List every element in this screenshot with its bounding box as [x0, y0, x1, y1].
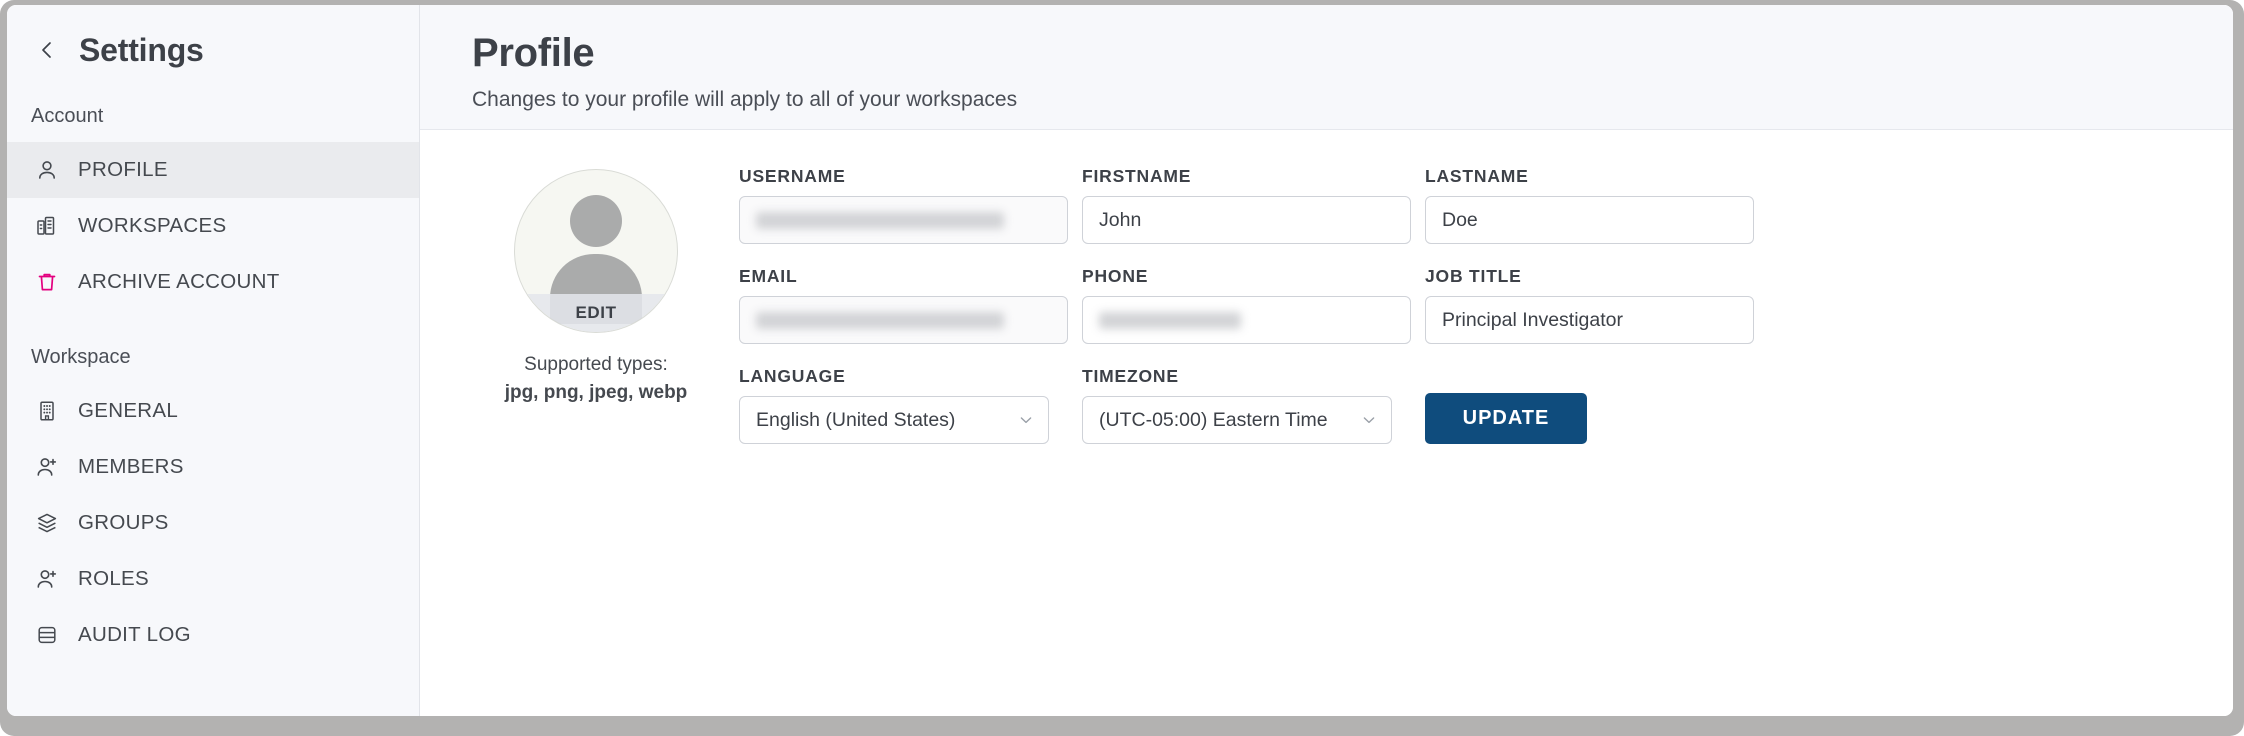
sidebar-header: Settings	[7, 5, 419, 95]
settings-sidebar: Settings Account PROFILE WORKSPACES ARCH…	[7, 5, 420, 716]
redacted-value	[756, 211, 1004, 229]
database-icon	[34, 622, 60, 648]
profile-form-grid: USERNAME FIRSTNAME John LASTNAME Doe EMA…	[720, 166, 2233, 466]
page-subtitle: Changes to your profile will apply to al…	[472, 88, 1018, 111]
phone-label: PHONE	[1082, 266, 1149, 286]
language-select[interactable]: English (United States)	[739, 396, 1049, 444]
chevron-down-icon	[1361, 412, 1377, 428]
buildings-icon	[34, 213, 60, 239]
main-content: Profile Changes to your profile will app…	[420, 5, 2233, 716]
sidebar-item-audit-log[interactable]: AUDIT LOG	[7, 607, 419, 663]
update-button[interactable]: UPDATE	[1425, 393, 1587, 444]
language-label: LANGUAGE	[739, 366, 846, 386]
field-email: EMAIL	[739, 266, 1068, 344]
sidebar-item-label: ARCHIVE ACCOUNT	[78, 270, 280, 293]
layers-icon	[34, 510, 60, 536]
email-label: EMAIL	[739, 266, 798, 286]
sidebar-item-roles[interactable]: ROLES	[7, 551, 419, 607]
sidebar-item-general[interactable]: GENERAL	[7, 383, 419, 439]
supported-types-value: jpg, png, jpeg, webp	[504, 381, 688, 403]
timezone-label: TIMEZONE	[1082, 366, 1179, 386]
lastname-label: LASTNAME	[1425, 166, 1529, 186]
trash-icon	[34, 269, 60, 295]
avatar-edit-button[interactable]: EDIT	[515, 294, 677, 332]
sidebar-item-label: MEMBERS	[78, 455, 184, 478]
avatar-block: EDIT Supported types: jpg, png, jpeg, we…	[472, 166, 720, 466]
field-username: USERNAME	[739, 166, 1068, 244]
chevron-left-icon[interactable]	[37, 40, 57, 60]
field-firstname: FIRSTNAME John	[1082, 166, 1411, 244]
username-label: USERNAME	[739, 166, 846, 186]
field-language: LANGUAGE English (United States)	[739, 366, 1068, 444]
user-icon	[34, 157, 60, 183]
supported-types: Supported types: jpg, png, jpeg, webp	[505, 351, 688, 406]
user-plus-icon	[34, 566, 60, 592]
window-frame: Settings Account PROFILE WORKSPACES ARCH…	[0, 0, 2244, 736]
user-plus-icon	[34, 454, 60, 480]
jobtitle-label: JOB TITLE	[1425, 266, 1522, 286]
timezone-select[interactable]: (UTC-05:00) Eastern Time	[1082, 396, 1392, 444]
field-lastname: LASTNAME Doe	[1425, 166, 1754, 244]
supported-types-label: Supported types:	[524, 354, 668, 375]
sidebar-item-label: ROLES	[78, 567, 149, 590]
username-input[interactable]	[739, 196, 1068, 244]
field-timezone: TIMEZONE (UTC-05:00) Eastern Time	[1082, 366, 1411, 444]
field-jobtitle: JOB TITLE Principal Investigator	[1425, 266, 1754, 344]
avatar-head-shape	[570, 195, 622, 247]
phone-input[interactable]	[1082, 296, 1411, 344]
email-input[interactable]	[739, 296, 1068, 344]
sidebar-item-archive-account[interactable]: ARCHIVE ACCOUNT	[7, 254, 419, 310]
sidebar-item-label: GROUPS	[78, 511, 169, 534]
sidebar-item-label: PROFILE	[78, 158, 168, 181]
page-title: Profile	[472, 31, 595, 75]
avatar[interactable]: EDIT	[514, 169, 678, 333]
sidebar-item-label: AUDIT LOG	[78, 623, 191, 646]
redacted-value	[1099, 311, 1241, 329]
profile-header: Profile Changes to your profile will app…	[420, 5, 2233, 130]
firstname-label: FIRSTNAME	[1082, 166, 1192, 186]
firstname-input[interactable]: John	[1082, 196, 1411, 244]
sidebar-item-profile[interactable]: PROFILE	[7, 142, 419, 198]
lastname-input[interactable]: Doe	[1425, 196, 1754, 244]
profile-form-area: EDIT Supported types: jpg, png, jpeg, we…	[420, 130, 2233, 466]
sidebar-item-label: WORKSPACES	[78, 214, 227, 237]
chevron-down-icon	[1018, 412, 1034, 428]
jobtitle-input[interactable]: Principal Investigator	[1425, 296, 1754, 344]
sidebar-section-workspace: Workspace	[31, 346, 131, 368]
building-icon	[34, 398, 60, 424]
sidebar-item-label: GENERAL	[78, 399, 179, 422]
timezone-selected-value: (UTC-05:00) Eastern Time	[1099, 408, 1328, 431]
sidebar-item-groups[interactable]: GROUPS	[7, 495, 419, 551]
language-selected-value: English (United States)	[756, 408, 956, 431]
sidebar-item-members[interactable]: MEMBERS	[7, 439, 419, 495]
sidebar-section-account: Account	[31, 105, 104, 127]
update-button-cell: UPDATE	[1425, 366, 1754, 466]
page-title-settings: Settings	[79, 31, 204, 68]
redacted-value	[756, 311, 1004, 329]
sidebar-item-workspaces[interactable]: WORKSPACES	[7, 198, 419, 254]
field-phone: PHONE	[1082, 266, 1411, 344]
window-body: Settings Account PROFILE WORKSPACES ARCH…	[7, 5, 2233, 716]
